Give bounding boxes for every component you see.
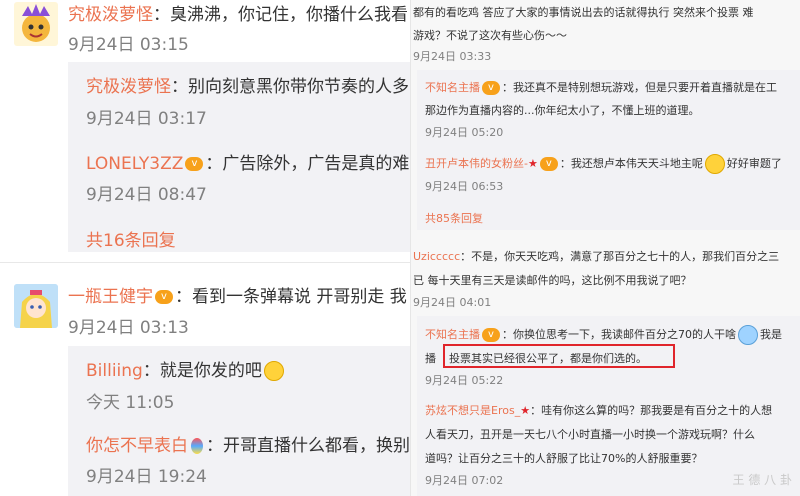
vip-badge-icon: v <box>482 81 500 95</box>
reply-username[interactable]: 不知名主播 <box>425 328 480 341</box>
comment-time: 9月24日 04:01 <box>413 296 492 309</box>
crying-laugh-emoji-icon <box>738 325 758 345</box>
more-replies-link[interactable]: 共85条回复 <box>425 210 483 226</box>
balloon-icon <box>191 438 203 454</box>
comment-text: 游戏？不说了这次有些心伤～～ <box>413 29 567 42</box>
star-icon: ★ <box>520 404 531 417</box>
reply-time: 9月24日 08:47 <box>86 185 207 205</box>
vip-badge-icon: v <box>482 328 500 342</box>
star-icon: ★ <box>527 157 538 170</box>
reply-line: 不知名主播 v ：我还真不是特别想玩游戏，但是只要开着直播就是在工 <box>425 79 777 95</box>
watermark-logo: 王 德 八 卦 <box>732 473 792 487</box>
reply-line: 丑开卢本伟的女粉丝-★ v ：我还想卢本伟天天斗地主呢 好好审题了 <box>425 154 782 174</box>
reply-time: 9月24日 05:20 <box>425 126 504 139</box>
reply-text: ：哇有你这么算的吗？那我要是有百分之十的人想 <box>530 404 773 417</box>
reply-time: 今天 11:05 <box>86 393 175 413</box>
reply-text: ：开哥直播什么都看，换别 <box>206 436 410 456</box>
reply-time: 9月24日 05:22 <box>425 374 504 387</box>
vip-badge-icon: v <box>185 157 204 171</box>
reply-username[interactable]: 究极泼萝怪 <box>86 77 171 97</box>
comment-line: 一瓶王健宇 v ：看到一条弹幕说 开哥别走 我 <box>68 282 407 307</box>
reply-username[interactable]: 不知名主播 <box>425 81 480 94</box>
reply-text: 我是 <box>760 328 782 341</box>
highlighted-text: 投票其实已经很公平了，都是你们选的。 <box>449 352 647 365</box>
reply-line: Billiing：就是你发的吧 <box>86 356 284 381</box>
reply-time: 9月24日 19:24 <box>86 467 207 487</box>
reply-username[interactable]: 你怎不早表白 <box>86 436 188 456</box>
reply-text: 道吗？让百分之三十的人舒服了比让70%的人舒服重要？ <box>425 452 703 465</box>
vip-badge-icon: v <box>155 290 173 304</box>
reply-line: 究极泼萝怪：别向刻意黑你带你节奏的人多 <box>86 72 409 97</box>
comment-text: ：不是，你天天吃鸡，满意了那百分之七十的人，那我们百分之三 <box>460 250 780 263</box>
comment-text: ：臭沸沸，你记住，你播什么我看 <box>153 5 408 25</box>
divider <box>0 262 410 263</box>
reply-username[interactable]: Billiing <box>86 361 143 381</box>
reply-text: 人看天刀，丑开是一天七八个小时直播一小时换一个游戏玩啊？什么 <box>425 428 755 441</box>
reply-list: 不知名主播 v ：你换位思考一下，我读邮件百分之70的人干啥 我是 播 投票其实已经很… <box>417 316 800 496</box>
reply-text: ：就是你发的吧 <box>142 361 262 381</box>
reply-text: 播 <box>425 352 436 365</box>
reply-line: 苏炫不想只是Eros_★：哇有你这么算的吗？那我要是有百分之十的人想 <box>425 402 772 418</box>
comment-username[interactable]: Uziccccc <box>413 250 460 263</box>
reply-list: 不知名主播 v ：我还真不是特别想玩游戏，但是只要开着直播就是在工 那边作为直播内容… <box>417 70 800 230</box>
comment-username[interactable]: 究极泼萝怪 <box>68 5 153 25</box>
comment-text: 都有的看吃鸡 答应了大家的事情说出去的话就得执行 突然来个投票 难 <box>413 6 754 19</box>
reply-text: 好好审题了 <box>726 157 782 170</box>
reply-text: ：广告除外，广告是真的难 <box>205 154 410 174</box>
user-avatar[interactable] <box>14 2 58 46</box>
reply-username[interactable]: 苏炫不想只是Eros_ <box>425 404 520 417</box>
comment-text: ：看到一条弹幕说 开哥别走 我 <box>175 287 407 307</box>
reply-time: 9月24日 07:02 <box>425 474 504 487</box>
reply-username[interactable]: 丑开卢本伟的女粉丝- <box>425 157 528 170</box>
reply-text: 那边作为直播内容的...你年纪太小了，不懂上班的道理。 <box>425 104 700 117</box>
avatar-cartoon-icon <box>22 4 50 42</box>
vip-badge-icon: v <box>539 157 558 171</box>
reply-text: ：我还想卢本伟天天斗地主呢 <box>559 157 703 170</box>
right-comment-panel: 都有的看吃鸡 答应了大家的事情说出去的话就得执行 突然来个投票 难 游戏？不说了… <box>410 0 800 496</box>
comment-time: 9月24日 03:15 <box>68 35 189 55</box>
left-comment-panel: 究极泼萝怪：臭沸沸，你记住，你播什么我看 9月24日 03:15 究极泼萝怪：别… <box>0 0 410 496</box>
reply-line: 播 <box>425 350 436 366</box>
reply-line: 你怎不早表白 ：开哥直播什么都看，换别 <box>86 431 410 456</box>
smile-emoji-icon <box>704 154 725 174</box>
comment-time: 9月24日 03:13 <box>68 318 189 338</box>
reply-line: LONELY3ZZ v ：广告除外，广告是真的难 <box>86 149 409 174</box>
avatar-anime-icon <box>14 284 58 328</box>
reply-list: Billiing：就是你发的吧 今天 11:05 你怎不早表白 ：开哥直播什么都看… <box>68 346 410 496</box>
comment-text: 已 每十天里有三天是读邮件的吗，这比例不用我说了吧？ <box>413 274 692 287</box>
reply-time: 9月24日 06:53 <box>425 180 504 193</box>
reply-username[interactable]: LONELY3ZZ <box>86 154 183 174</box>
reply-time: 9月24日 03:17 <box>86 109 207 129</box>
laughing-emoji-icon <box>263 361 284 381</box>
reply-list: 究极泼萝怪：别向刻意黑你带你节奏的人多 9月24日 03:17 LONELY3Z… <box>68 62 410 252</box>
comment-line: Uziccccc：不是，你天天吃鸡，满意了那百分之七十的人，那我们百分之三 <box>413 248 779 264</box>
reply-text: ：我还真不是特别想玩游戏，但是只要开着直播就是在工 <box>502 81 777 94</box>
reply-line: 不知名主播 v ：你换位思考一下，我读邮件百分之70的人干啥 我是 <box>425 325 782 345</box>
comment-line: 究极泼萝怪：臭沸沸，你记住，你播什么我看 <box>68 0 408 25</box>
user-avatar[interactable] <box>14 284 58 328</box>
more-replies-link[interactable]: 共16条回复 <box>86 226 176 251</box>
comment-username[interactable]: 一瓶王健宇 <box>68 287 153 307</box>
reply-text: ：你换位思考一下，我读邮件百分之70的人干啥 <box>502 328 736 341</box>
reply-text: ：别向刻意黑你带你节奏的人多 <box>171 77 409 97</box>
comment-time: 9月24日 03:33 <box>413 50 492 63</box>
